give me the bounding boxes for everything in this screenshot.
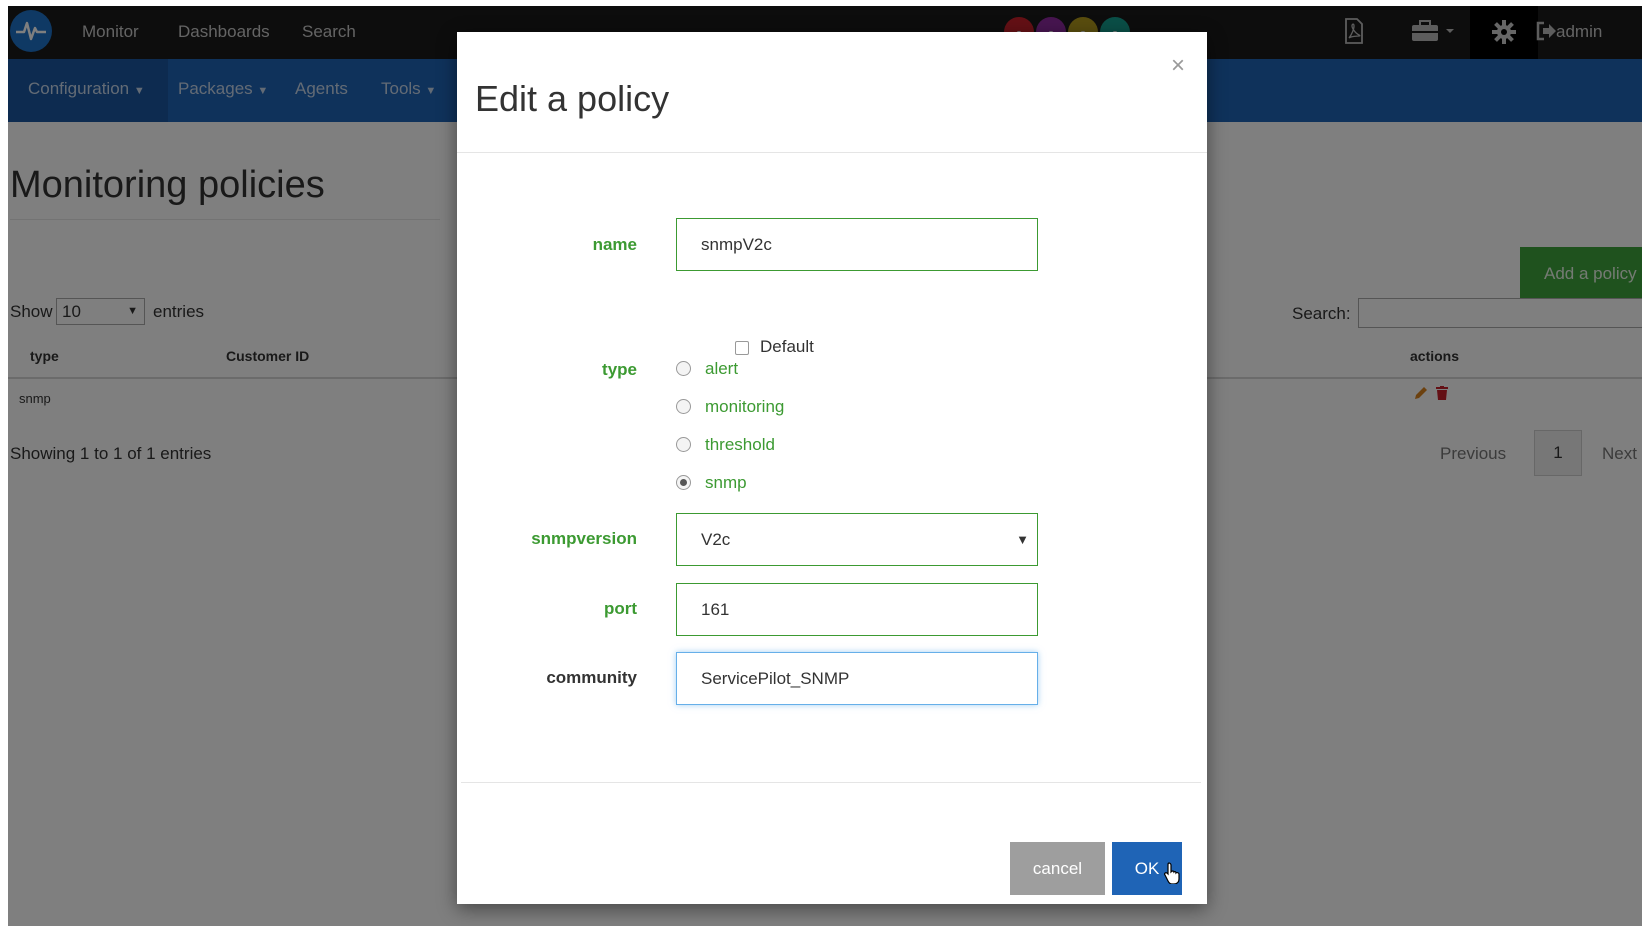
type-option-alert[interactable]: alert bbox=[705, 359, 738, 379]
type-radio-monitoring[interactable] bbox=[676, 399, 691, 414]
dialog-header-divider bbox=[457, 152, 1207, 153]
cancel-button[interactable]: cancel bbox=[1010, 842, 1105, 895]
hand-cursor-icon bbox=[1164, 862, 1180, 884]
port-label: port bbox=[603, 599, 637, 618]
snmpversion-value: V2c bbox=[701, 530, 731, 549]
community-input[interactable]: ServicePilot_SNMP bbox=[676, 652, 1038, 705]
default-label: Default bbox=[760, 337, 814, 356]
type-option-snmp[interactable]: snmp bbox=[705, 473, 747, 493]
type-radio-alert[interactable] bbox=[676, 361, 691, 376]
name-label: name bbox=[592, 235, 637, 254]
type-radio-threshold[interactable] bbox=[676, 437, 691, 452]
close-icon[interactable]: × bbox=[1171, 54, 1185, 78]
port-input[interactable]: 161 bbox=[676, 583, 1038, 636]
community-label: community bbox=[546, 668, 637, 687]
edit-policy-dialog: × Edit a policy name snmpV2c Default typ… bbox=[457, 32, 1207, 904]
name-input[interactable]: snmpV2c bbox=[676, 218, 1038, 271]
dialog-title: Edit a policy bbox=[475, 78, 670, 119]
type-label: type bbox=[602, 360, 637, 379]
snmpversion-select[interactable]: V2c ▼ bbox=[676, 513, 1038, 566]
app-window: Monitor Dashboards Search 0 0 0 0 bbox=[8, 6, 1642, 926]
type-option-monitoring[interactable]: monitoring bbox=[705, 397, 784, 417]
snmpversion-label: snmpversion bbox=[531, 529, 637, 548]
dialog-footer-divider bbox=[461, 782, 1201, 783]
default-checkbox[interactable] bbox=[735, 341, 749, 355]
type-option-threshold[interactable]: threshold bbox=[705, 435, 775, 455]
caret-down-icon: ▼ bbox=[1016, 532, 1029, 547]
type-radio-snmp[interactable] bbox=[676, 475, 691, 490]
